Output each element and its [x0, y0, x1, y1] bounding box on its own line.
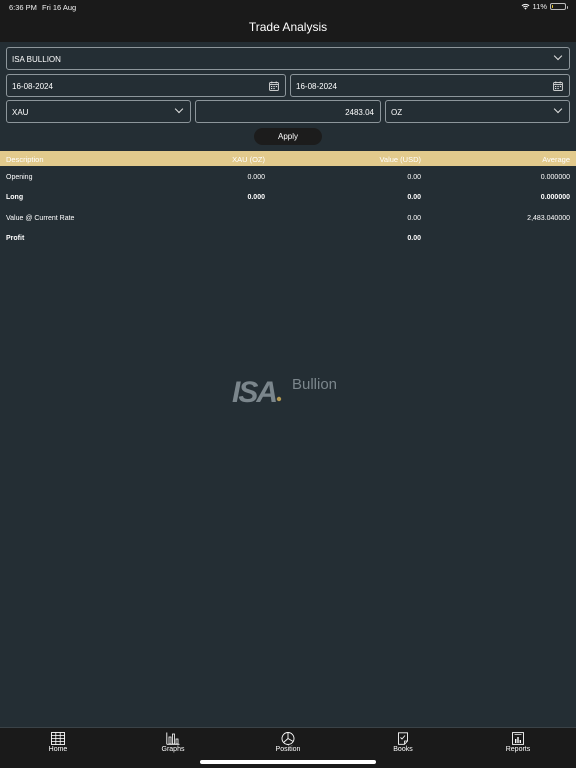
home-indicator[interactable] [200, 760, 376, 764]
tab-graphs[interactable]: Graphs [143, 731, 203, 763]
column-header-quantity: XAU (OZ) [232, 155, 265, 164]
row-value: 0.00 [407, 215, 421, 222]
to-date-field[interactable]: 16-08-2024 [290, 74, 570, 97]
from-date-value: 16-08-2024 [12, 82, 53, 91]
row-value: 0.00 [407, 174, 421, 181]
rate-value: 2483.04 [345, 108, 374, 117]
chevron-down-icon [174, 104, 184, 114]
status-time: 6:36 PM [9, 3, 37, 12]
row-description: Opening [6, 174, 33, 181]
row-description: Value @ Current Rate [6, 215, 75, 222]
battery-icon [550, 3, 568, 10]
wifi-icon [521, 3, 529, 10]
row-average: 0.000000 [540, 194, 570, 201]
bar-chart-icon [166, 732, 180, 745]
row-value: 0.00 [407, 235, 421, 242]
table-row-opening: Opening 0.000 0.00 0.000000 [0, 168, 576, 188]
column-header-description: Description [6, 155, 44, 164]
status-date: Fri 16 Aug [42, 3, 77, 12]
calendar-icon[interactable] [269, 81, 279, 91]
grid-icon [51, 732, 65, 745]
chevron-down-icon [553, 104, 563, 114]
row-average: 2,483.040000 [527, 215, 570, 222]
table-row-profit: Profit 0.00 [0, 229, 576, 249]
unit-select[interactable]: OZ [385, 100, 570, 123]
to-date-value: 16-08-2024 [296, 82, 337, 91]
metal-select[interactable]: XAU [6, 100, 191, 123]
page-title: Trade Analysis [248, 20, 328, 34]
column-header-average: Average [542, 155, 570, 164]
metal-value: XAU [12, 108, 29, 117]
tab-books-label: Books [393, 746, 413, 753]
row-description: Long [6, 194, 24, 201]
row-quantity: 0.000 [247, 194, 265, 201]
table-header: Description XAU (OZ) Value (USD) Average [0, 151, 576, 166]
unit-value: OZ [391, 108, 403, 117]
tab-books[interactable]: Books [373, 731, 433, 763]
row-average: 0.000000 [540, 174, 570, 181]
table-row-current-rate: Value @ Current Rate 0.00 2,483.040000 [0, 209, 576, 229]
battery-percent: 11% [532, 2, 547, 11]
rate-input[interactable]: 2483.04 [195, 100, 381, 123]
tab-home-label: Home [48, 746, 68, 753]
isa-bullion-logo: ISA Bullion [232, 376, 337, 406]
tab-position[interactable]: Position [258, 731, 318, 763]
table-row-long: Long 0.000 0.00 0.000000 [0, 188, 576, 208]
row-quantity: 0.000 [247, 174, 265, 181]
from-date-field[interactable]: 16-08-2024 [6, 74, 286, 97]
battery-level [552, 5, 553, 8]
logo-brand: ISA [232, 376, 276, 406]
account-select[interactable]: ISA BULLION [6, 47, 570, 70]
status-bar: 6:36 PM Fri 16 Aug 11% [0, 0, 576, 14]
tab-position-label: Position [275, 746, 301, 753]
chevron-down-icon [553, 51, 563, 61]
account-value: ISA BULLION [12, 55, 61, 64]
tab-reports-label: Reports [505, 746, 531, 753]
apply-button[interactable]: Apply [254, 128, 322, 145]
pie-chart-icon [281, 732, 295, 745]
row-description: Profit [6, 235, 25, 242]
tab-graphs-label: Graphs [161, 746, 185, 753]
book-icon [398, 732, 408, 745]
nav-header: Trade Analysis [0, 14, 576, 42]
column-header-value: Value (USD) [379, 155, 421, 164]
report-icon [512, 732, 524, 745]
status-indicators: 11% [521, 2, 568, 11]
calendar-icon[interactable] [553, 81, 563, 91]
tab-home[interactable]: Home [28, 731, 88, 763]
logo-text: Bullion [292, 376, 337, 393]
row-value: 0.00 [407, 194, 421, 201]
tab-reports[interactable]: Reports [488, 731, 548, 763]
